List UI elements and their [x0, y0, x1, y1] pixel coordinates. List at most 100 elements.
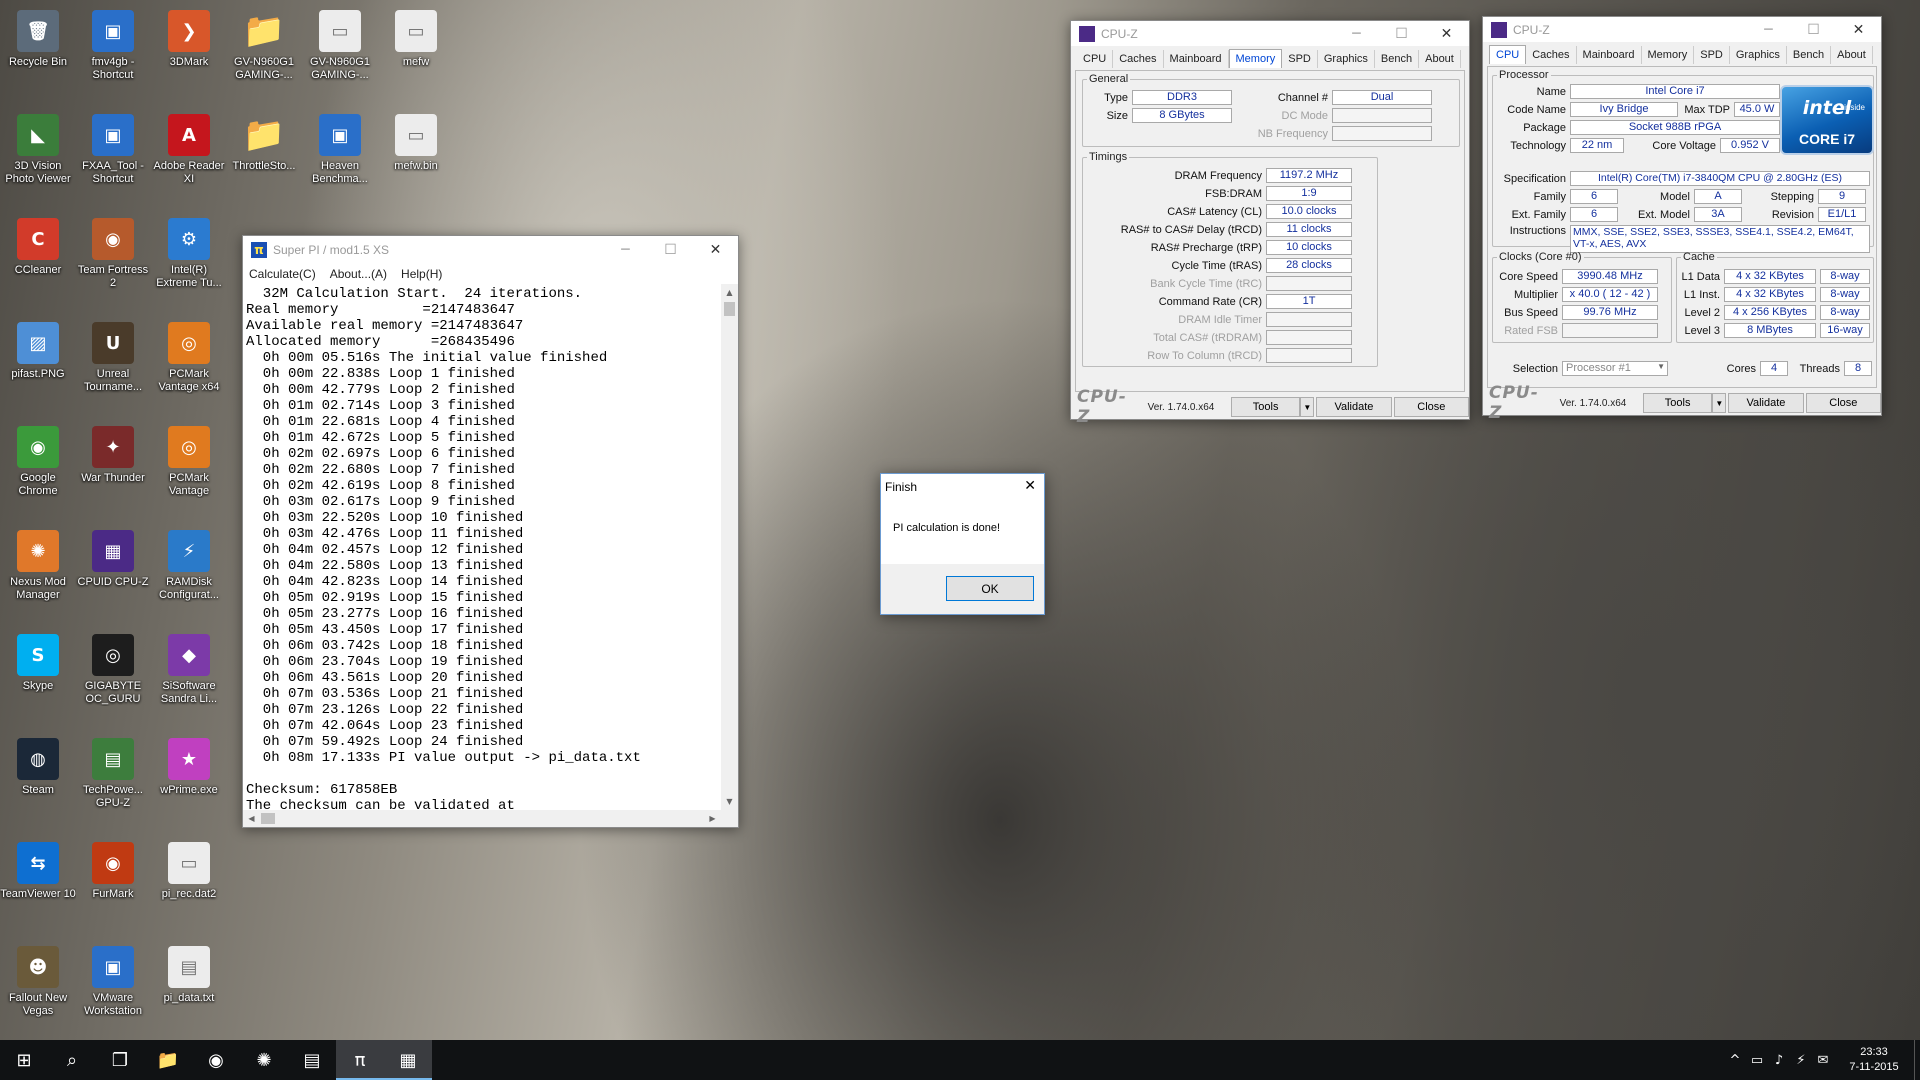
menu-calculate[interactable]: Calculate(C): [249, 267, 316, 281]
taskbar-app-superpi[interactable]: π: [336, 1040, 384, 1080]
tab-about[interactable]: About: [1831, 46, 1873, 64]
desktop-icon[interactable]: ▣ fmv4gb - Shortcut: [75, 2, 151, 98]
desktop-icon[interactable]: ▤ TechPowe... GPU-Z: [75, 730, 151, 826]
show-desktop-button[interactable]: [1914, 1040, 1920, 1080]
tools-dropdown-button[interactable]: ▼: [1712, 393, 1727, 413]
minimize-button[interactable]: ─: [603, 236, 648, 264]
taskbar-app-explorer[interactable]: 📁: [144, 1040, 192, 1080]
desktop-icon[interactable]: ⇆ TeamViewer 10: [0, 834, 76, 930]
desktop-icon[interactable]: ◎ PCMark Vantage x64: [151, 314, 227, 410]
task-view-button[interactable]: ❐: [96, 1040, 144, 1080]
close-button[interactable]: ✕: [1836, 16, 1881, 44]
desktop-icon[interactable]: 🗑 Recycle Bin: [0, 2, 76, 98]
tab-spd[interactable]: SPD: [1694, 46, 1730, 64]
desktop-icon[interactable]: ▤ pi_data.txt: [151, 938, 227, 1034]
superpi-titlebar[interactable]: π Super PI / mod1.5 XS ─ ☐ ✕: [243, 236, 738, 264]
menu-help[interactable]: Help(H): [401, 267, 442, 281]
tab-mainboard[interactable]: Mainboard: [1577, 46, 1642, 64]
maximize-button[interactable]: ☐: [1379, 20, 1424, 48]
tab-bench[interactable]: Bench: [1787, 46, 1832, 64]
superpi-console[interactable]: 32M Calculation Start. 24 iterations. Rea…: [243, 284, 721, 810]
ok-button[interactable]: OK: [946, 576, 1034, 601]
vertical-scroll-thumb[interactable]: [724, 302, 735, 316]
tab-graphics[interactable]: Graphics: [1318, 50, 1375, 68]
network-icon[interactable]: ▭: [1746, 1053, 1768, 1068]
tab-bench[interactable]: Bench: [1375, 50, 1420, 68]
tab-mainboard[interactable]: Mainboard: [1164, 50, 1229, 68]
maximize-button[interactable]: ☐: [1791, 16, 1836, 44]
desktop-icon[interactable]: ⚡ RAMDisk Configurat...: [151, 522, 227, 618]
desktop-icon[interactable]: ★ wPrime.exe: [151, 730, 227, 826]
validate-button[interactable]: Validate: [1316, 397, 1392, 417]
finish-titlebar[interactable]: Finish ✕: [881, 474, 1044, 500]
desktop-icon[interactable]: ▣ VMware Workstation: [75, 938, 151, 1034]
close-button[interactable]: ✕: [1424, 20, 1469, 48]
desktop-icon[interactable]: ◎ GIGABYTE OC_GURU: [75, 626, 151, 722]
start-button[interactable]: ⊞: [0, 1040, 48, 1080]
scroll-left-icon[interactable]: ◀: [243, 810, 260, 827]
desktop-icon[interactable]: ◉ Google Chrome: [0, 418, 76, 514]
action-center-icon[interactable]: ✉: [1812, 1053, 1834, 1068]
desktop-icon[interactable]: A Adobe Reader XI: [151, 106, 227, 202]
desktop-icon[interactable]: ◎ PCMark Vantage: [151, 418, 227, 514]
desktop-icon[interactable]: ▣ Heaven Benchma...: [302, 106, 378, 202]
desktop-icon[interactable]: ▭ mefw: [378, 2, 454, 98]
taskbar-app-news-app[interactable]: ▤: [288, 1040, 336, 1080]
search-button[interactable]: ⌕: [48, 1040, 96, 1080]
horizontal-scrollbar[interactable]: ◀ ▶: [243, 810, 721, 827]
tab-caches[interactable]: Caches: [1113, 50, 1164, 68]
desktop-icon[interactable]: ☻ Fallout New Vegas: [0, 938, 76, 1034]
desktop-icon[interactable]: ▭ pi_rec.dat2: [151, 834, 227, 930]
desktop-icon[interactable]: ◣ 3D Vision Photo Viewer: [0, 106, 76, 202]
scroll-right-icon[interactable]: ▶: [704, 810, 721, 827]
desktop-icon[interactable]: C CCleaner: [0, 210, 76, 306]
show-hidden-icons-icon[interactable]: ^: [1724, 1053, 1746, 1068]
taskbar-app-gpu-tool[interactable]: ✺: [240, 1040, 288, 1080]
tab-caches[interactable]: Caches: [1526, 46, 1577, 64]
desktop-icon[interactable]: ▨ pifast.PNG: [0, 314, 76, 410]
tools-button[interactable]: Tools: [1230, 397, 1301, 417]
volume-icon[interactable]: ♪: [1768, 1053, 1790, 1068]
scroll-down-icon[interactable]: ▼: [721, 793, 738, 810]
taskbar-app-chrome[interactable]: ◉: [192, 1040, 240, 1080]
taskbar-app-cpuz[interactable]: ▦: [384, 1040, 432, 1080]
desktop-icon[interactable]: ▭ mefw.bin: [378, 106, 454, 202]
cpuz-cpu-titlebar[interactable]: CPU-Z ─ ☐ ✕: [1483, 17, 1881, 42]
tab-memory[interactable]: Memory: [1228, 49, 1283, 68]
close-window-button[interactable]: Close: [1393, 397, 1469, 417]
desktop-icon[interactable]: ◉ FurMark: [75, 834, 151, 930]
desktop-icon[interactable]: 📁 ThrottleSto...: [226, 106, 302, 202]
tab-cpu[interactable]: CPU: [1077, 50, 1114, 68]
clock[interactable]: 23:33 7-11-2015: [1834, 1045, 1914, 1075]
close-icon[interactable]: ✕: [1024, 478, 1036, 494]
tab-memory[interactable]: Memory: [1642, 46, 1695, 64]
close-button[interactable]: ✕: [693, 236, 738, 264]
desktop-icon[interactable]: ⚙ Intel(R) Extreme Tu...: [151, 210, 227, 306]
desktop-icon[interactable]: ✦ War Thunder: [75, 418, 151, 514]
vertical-scrollbar[interactable]: ▲ ▼: [721, 284, 738, 810]
maximize-button[interactable]: ☐: [648, 236, 693, 264]
desktop-icon[interactable]: ◆ SiSoftware Sandra Li...: [151, 626, 227, 722]
minimize-button[interactable]: ─: [1746, 16, 1791, 44]
power-icon[interactable]: ⚡: [1790, 1053, 1812, 1068]
cpuz-memory-titlebar[interactable]: CPU-Z ─ ☐ ✕: [1071, 21, 1469, 46]
menu-about[interactable]: About...(A): [330, 267, 387, 281]
tab-cpu[interactable]: CPU: [1489, 45, 1527, 64]
tab-about[interactable]: About: [1419, 50, 1461, 68]
tools-button[interactable]: Tools: [1642, 393, 1713, 413]
desktop-icon[interactable]: ✺ Nexus Mod Manager: [0, 522, 76, 618]
desktop-icon[interactable]: ▣ FXAA_Tool - Shortcut: [75, 106, 151, 202]
minimize-button[interactable]: ─: [1334, 20, 1379, 48]
desktop-icon[interactable]: U Unreal Tourname...: [75, 314, 151, 410]
desktop-icon[interactable]: S Skype: [0, 626, 76, 722]
tools-dropdown-button[interactable]: ▼: [1300, 397, 1315, 417]
desktop-icon[interactable]: ▦ CPUID CPU-Z: [75, 522, 151, 618]
validate-button[interactable]: Validate: [1728, 393, 1804, 413]
desktop-icon[interactable]: ▭ GV-N960G1 GAMING-...: [302, 2, 378, 98]
horizontal-scroll-thumb[interactable]: [261, 813, 275, 824]
close-window-button[interactable]: Close: [1805, 393, 1881, 413]
tab-graphics[interactable]: Graphics: [1730, 46, 1787, 64]
desktop-icon[interactable]: ❯ 3DMark: [151, 2, 227, 98]
tab-spd[interactable]: SPD: [1282, 50, 1318, 68]
desktop-icon[interactable]: ◉ Team Fortress 2: [75, 210, 151, 306]
